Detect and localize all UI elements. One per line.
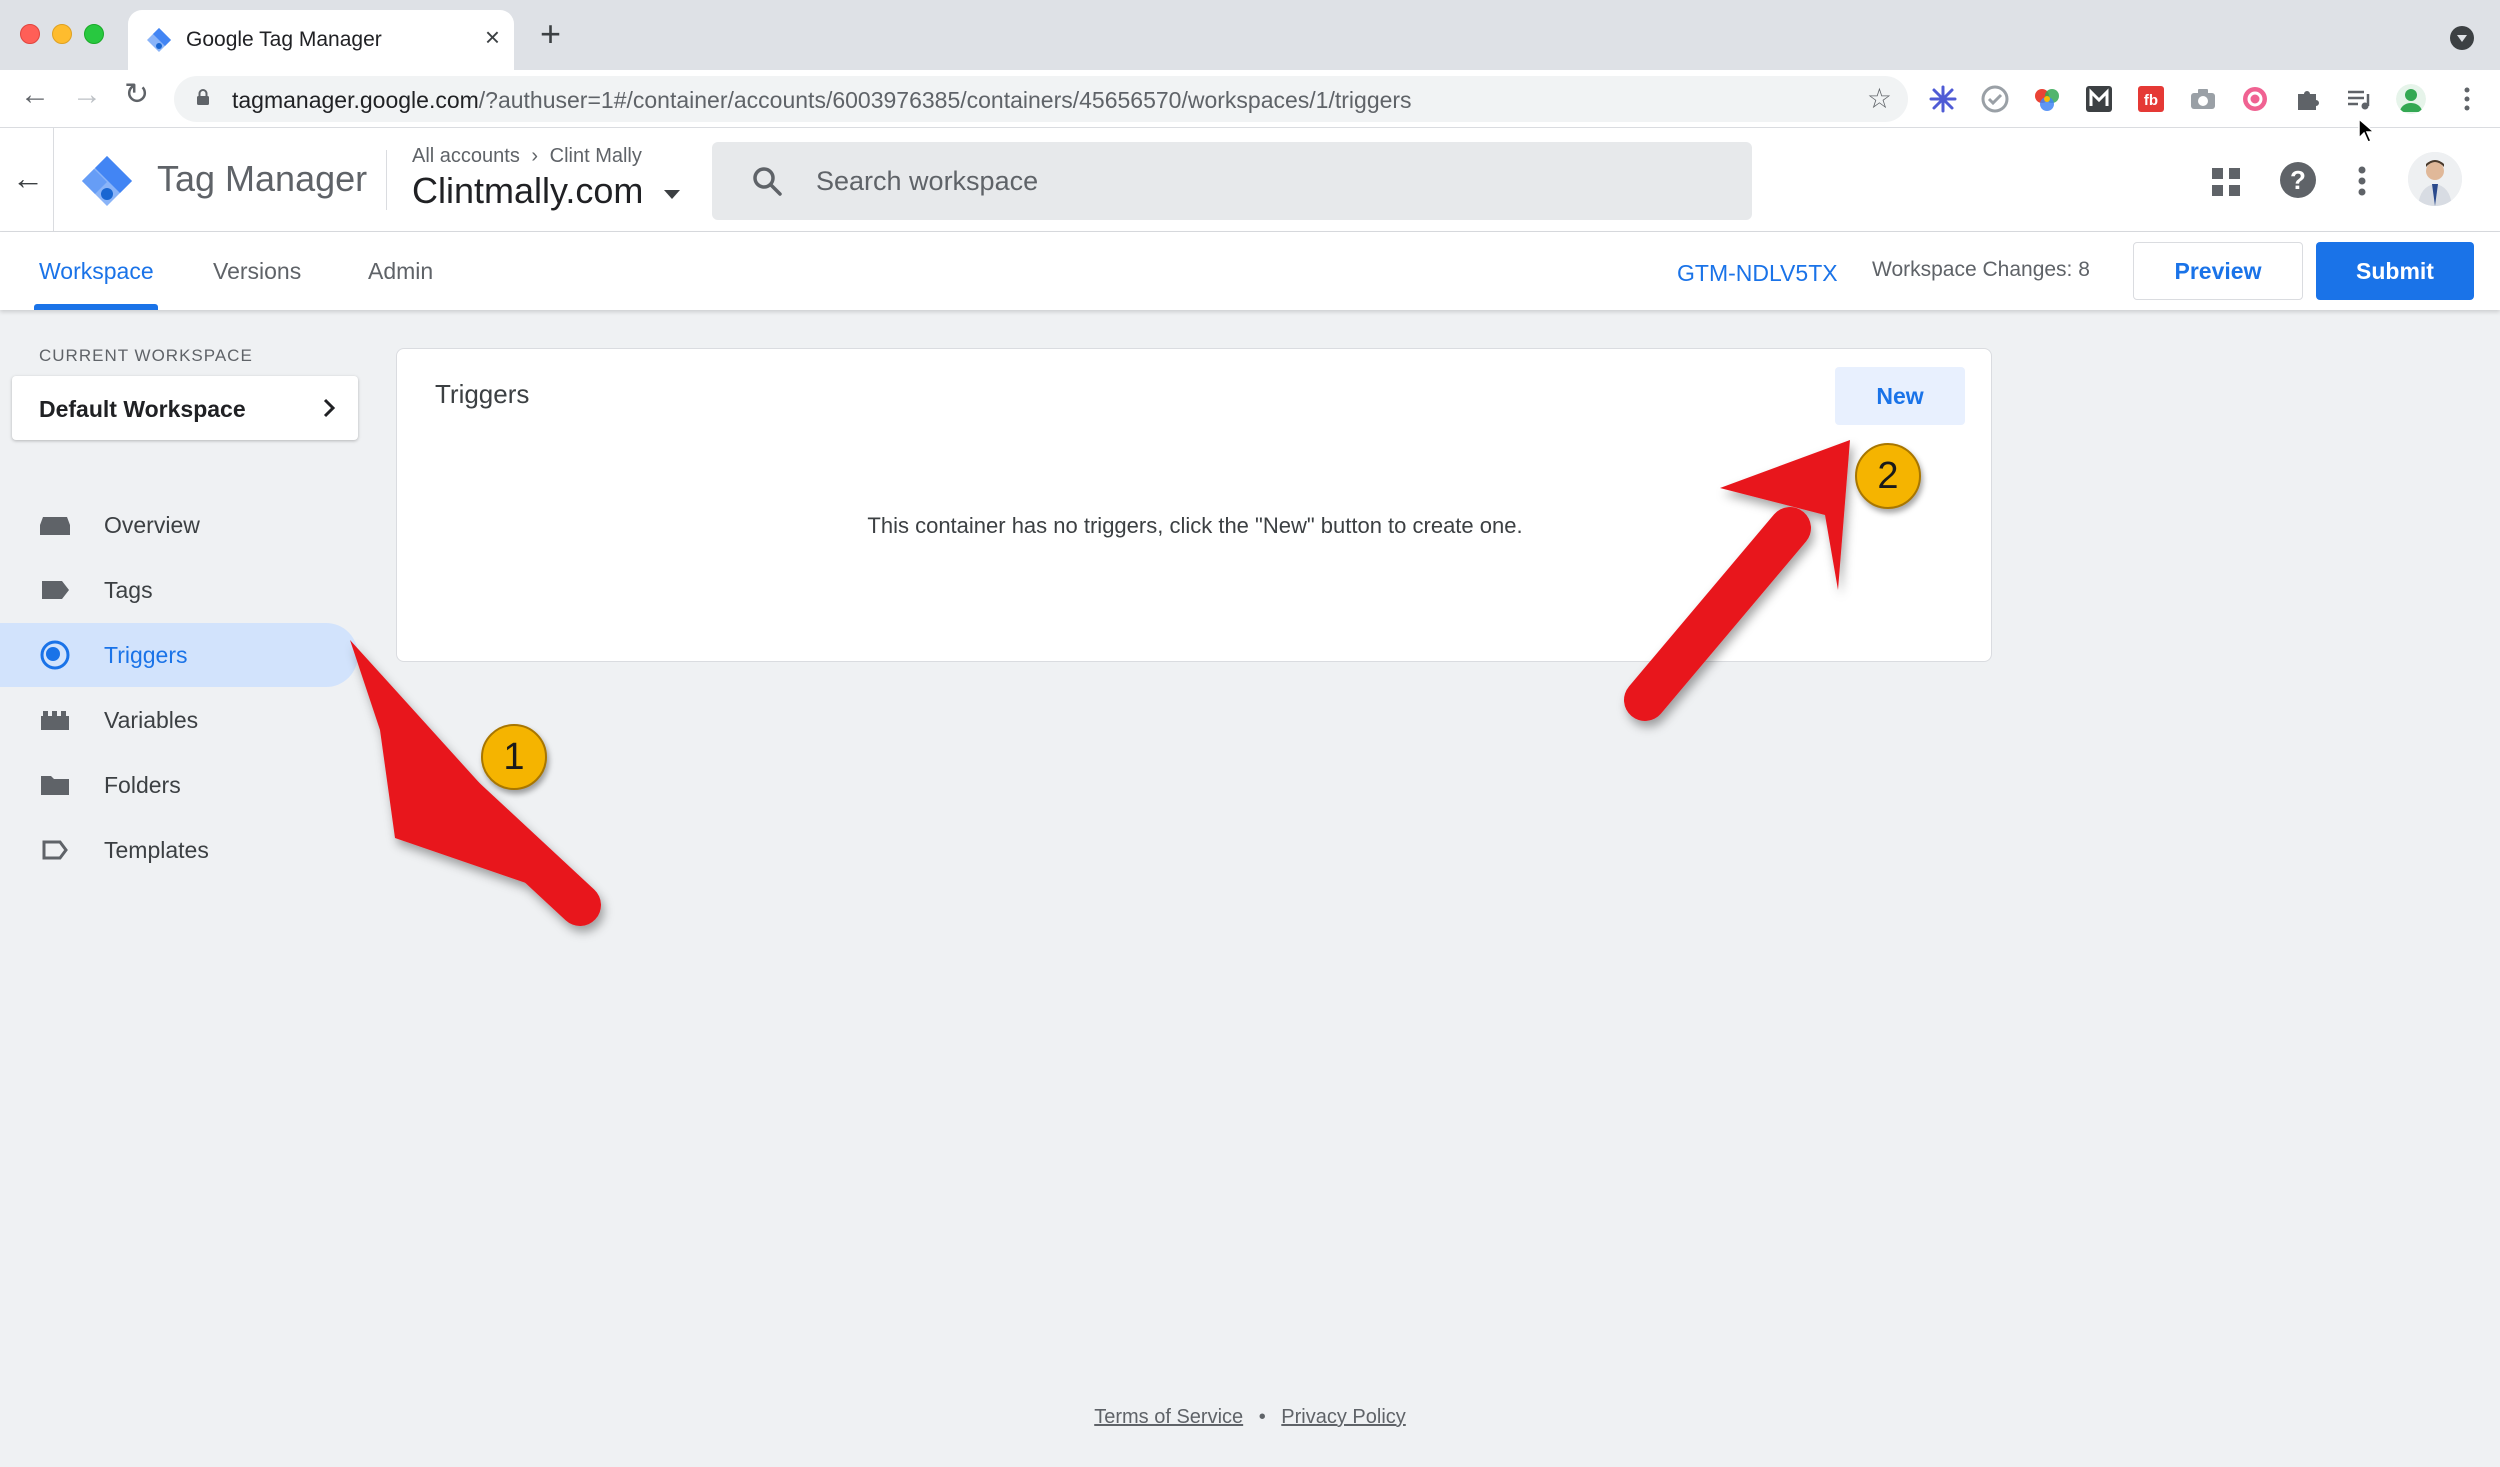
extension-fb-icon[interactable]: fb [2136,84,2166,114]
extension-color-wheel-icon[interactable] [2032,84,2062,114]
chevron-right-icon [323,398,336,418]
template-icon [42,840,68,860]
help-icon[interactable]: ? [2280,162,2316,198]
browser-tab-strip: Google Tag Manager × + [0,0,2500,70]
tab-search-icon[interactable] [2450,26,2474,50]
sidebar-item-triggers[interactable]: Triggers [0,623,358,687]
extension-check-icon[interactable] [1980,84,2010,114]
sidebar-item-label: Tags [104,577,153,603]
breadcrumb-account[interactable]: Clint Mally [550,145,642,167]
product-name[interactable]: Tag Manager [157,158,367,200]
tab-title: Google Tag Manager [186,28,382,51]
overview-icon [40,517,70,535]
browser-forward-button[interactable]: → [72,80,102,110]
back-arrow-icon[interactable]: ← [12,160,44,197]
preview-button[interactable]: Preview [2133,242,2303,300]
container-id-link[interactable]: GTM-NDLV5TX [1677,260,1838,287]
annotation-badge-2: 2 [1855,443,1921,509]
footer-separator: • [1258,1406,1266,1428]
window-minimize-button[interactable] [52,24,72,44]
annotation-arrow-1 [350,640,601,926]
search-input[interactable]: Search workspace [816,166,1038,197]
browser-tab-active[interactable]: Google Tag Manager × [128,10,514,70]
tab-admin[interactable]: Admin [368,258,433,285]
gtm-header: ← Tag Manager All accounts › Clint Mally… [0,128,2500,232]
current-workspace-label: CURRENT WORKSPACE [39,346,253,365]
sidebar-item-tags[interactable]: Tags [0,558,358,622]
more-vert-icon[interactable] [2358,166,2366,196]
header-divider [53,128,54,232]
active-tab-indicator [34,304,158,310]
sidebar-item-variables[interactable]: Variables [0,688,358,752]
caret-down-icon[interactable] [664,190,680,199]
card-title: Triggers [435,379,530,409]
container-selector[interactable]: Clintmally.com [412,170,643,212]
extension-asterisk-icon[interactable] [1928,84,1958,114]
tag-manager-logo-icon[interactable] [80,154,134,208]
account-avatar[interactable] [2408,152,2462,206]
trigger-icon [40,640,70,670]
media-controls-icon[interactable] [2344,84,2374,114]
search-workspace-box[interactable]: Search workspace [712,142,1752,220]
empty-state-message: This container has no triggers, click th… [867,513,1523,538]
bookmark-star-icon[interactable]: ☆ [1867,82,1892,115]
header-divider [386,150,387,210]
workspace-subnav: Workspace Versions Admin GTM-NDLV5TX Wor… [0,232,2500,310]
workspace-selector[interactable]: Default Workspace [12,376,358,440]
workspace-name: Default Workspace [39,396,246,422]
sidebar-item-overview[interactable]: Overview [0,493,358,557]
breadcrumb: All accounts › Clint Mally [412,145,642,168]
variables-icon [41,711,69,730]
tab-versions[interactable]: Versions [213,258,301,285]
breadcrumb-all-accounts[interactable]: All accounts [412,145,520,167]
extensions-puzzle-icon[interactable] [2292,84,2322,114]
privacy-policy-link[interactable]: Privacy Policy [1281,1406,1405,1428]
browser-profile-avatar[interactable] [2396,84,2426,114]
mouse-cursor-icon [2358,118,2376,143]
browser-reload-button[interactable]: ↻ [124,80,149,110]
sidebar-item-templates[interactable]: Templates [0,818,358,882]
tab-workspace[interactable]: Workspace [39,258,154,285]
chevron-right-icon: › [531,145,539,167]
extension-m-icon[interactable] [2084,84,2114,114]
lock-icon [197,89,209,105]
page-footer: Terms of Service • Privacy Policy [0,1406,2500,1429]
window-close-button[interactable] [20,24,40,44]
sidebar-item-label: Overview [104,512,200,538]
extension-swirl-icon[interactable] [2240,84,2270,114]
sidebar-item-folders[interactable]: Folders [0,753,358,817]
submit-button[interactable]: Submit [2316,242,2474,300]
terms-of-service-link[interactable]: Terms of Service [1094,1406,1243,1428]
browser-toolbar: ← → ↻ tagmanager.google.com/?authuser=1#… [0,70,2500,128]
sidebar-item-label: Templates [104,837,209,863]
apps-grid-icon[interactable] [2212,168,2240,196]
sidebar-item-label: Variables [104,707,199,733]
sidebar-item-label: Triggers [104,642,188,668]
new-trigger-button[interactable]: New [1835,367,1965,425]
extension-camera-icon[interactable] [2188,84,2218,114]
triggers-card: Triggers New This container has no trigg… [396,348,1992,662]
svg-text:fb: fb [2144,92,2158,109]
browser-back-button[interactable]: ← [20,80,50,110]
search-icon [753,167,782,196]
sidebar-item-label: Folders [104,772,181,798]
window-zoom-button[interactable] [84,24,104,44]
tag-icon [42,581,69,599]
workspace-changes-count: Workspace Changes: 8 [1872,258,2090,281]
tab-close-icon[interactable]: × [485,22,500,53]
browser-menu-icon[interactable] [2452,84,2482,114]
address-url: tagmanager.google.com/?authuser=1#/conta… [232,87,1412,113]
annotation-badge-1: 1 [481,724,547,790]
folder-icon [41,776,69,795]
gtm-favicon-icon [147,28,171,52]
address-bar[interactable]: tagmanager.google.com/?authuser=1#/conta… [174,76,1908,122]
new-tab-button[interactable]: + [540,16,561,52]
